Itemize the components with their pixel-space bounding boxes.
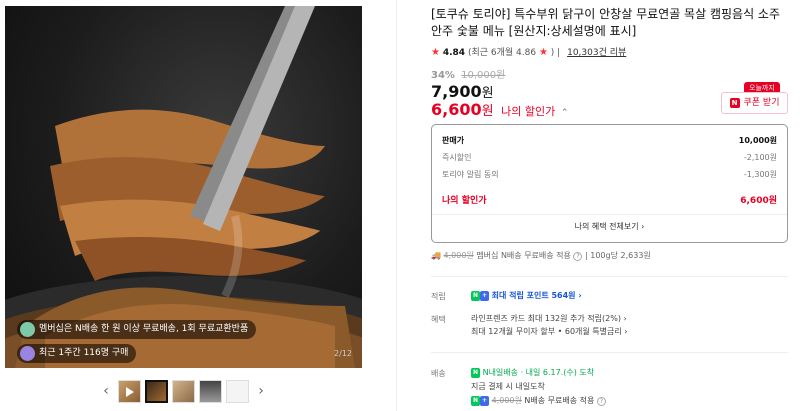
star-icon: ★	[538, 47, 548, 58]
star-icon: ★	[431, 47, 440, 58]
delivery-note: 지금 결제 시 내일도착	[471, 382, 545, 391]
thumbnail-image[interactable]	[145, 379, 168, 403]
all-benefits-link[interactable]: 나의 혜택 전체보기 ›	[432, 221, 787, 232]
points-link[interactable]: N + 최대 적립 포인트 564원 ›	[471, 290, 582, 301]
truck-icon: 🚚	[431, 251, 441, 260]
original-price: 34% 10,000원	[431, 70, 506, 81]
naver-n-icon: N	[729, 98, 740, 108]
price-row: 즉시할인 -2,100원	[442, 153, 777, 162]
npay-icon: N	[471, 367, 481, 378]
image-gallery: 멤버십은 N배송 한 원 이상 무료배송, 1회 무료교환반품 최근 1주간 1…	[0, 0, 395, 411]
image-counter: 2/12	[334, 349, 352, 358]
membership-badge-icon: +	[480, 290, 490, 301]
price-row: 판매가 10,000원	[442, 136, 777, 145]
thumbnail-image[interactable]	[226, 379, 249, 403]
column-divider	[396, 0, 397, 411]
coupon-button[interactable]: N 쿠폰 받기	[721, 92, 788, 114]
box-divider	[432, 214, 787, 215]
section-divider	[431, 276, 788, 277]
price-row: 토리야 알림 동의 -1,300원	[442, 170, 777, 179]
membership-shipping-badge: 멤버십은 N배송 한 원 이상 무료배송, 1회 무료교환반품	[17, 320, 257, 339]
recent-purchase-badge: 최근 1주간 116명 구매	[17, 344, 137, 363]
thumbnail-strip: ‹ ›	[98, 378, 269, 404]
product-title: [토쿠슈 토리야] 특수부위 닭구이 안창살 무료연골 목살 캠핑음식 소주안주…	[431, 7, 781, 38]
thumbnail-next-arrow[interactable]: ›	[253, 378, 269, 404]
help-icon[interactable]: ?	[596, 397, 606, 406]
npay-icon: N	[471, 395, 481, 406]
my-discount-price[interactable]: 6,600원 나의 할인가 ⌃	[431, 100, 568, 119]
grilled-chicken-photo	[5, 6, 362, 368]
points-label: 적립	[431, 292, 446, 301]
sale-price: 7,900원	[431, 82, 494, 101]
review-count-link[interactable]: 10,303건 리뷰	[567, 48, 626, 58]
delivery-fee: N + 4,000원 N배송 무료배송 적용 ?	[471, 395, 606, 406]
rating-summary: ★ 4.84 (최근 6개월 4.86 ★ ) | 10,303건 리뷰	[431, 47, 627, 58]
delivery-label: 배송	[431, 369, 446, 378]
main-product-image[interactable]: 멤버십은 N배송 한 원 이상 무료배송, 1회 무료교환반품 최근 1주간 1…	[5, 6, 362, 368]
perks-label: 혜택	[431, 315, 446, 324]
help-icon[interactable]: ?	[573, 252, 583, 261]
shopping-bag-icon	[20, 346, 35, 361]
membership-badge-icon: +	[480, 395, 490, 406]
section-divider	[431, 352, 788, 353]
price-breakdown-box: 판매가 10,000원 즉시할인 -2,100원 토리야 알림 동의 -1,30…	[431, 124, 788, 243]
card-perk-link[interactable]: 라인프렌즈 카드 최대 132원 추가 적립(2%) ›	[471, 313, 627, 324]
delivery-info: N N내일배송 · 내일 6.17.(수) 도착	[471, 367, 595, 378]
installment-perk-link[interactable]: 최대 12개월 무이자 할부 • 60개월 특별금리 ›	[471, 326, 627, 337]
thumbnail-image[interactable]	[172, 379, 195, 403]
npay-icon: N	[471, 290, 481, 301]
membership-icon	[20, 322, 35, 337]
chevron-up-icon: ⌃	[560, 108, 569, 118]
thumbnail-video[interactable]	[118, 379, 141, 403]
thumbnail-prev-arrow[interactable]: ‹	[98, 378, 114, 404]
thumbnail-image[interactable]	[199, 379, 222, 403]
shipping-summary: 🚚 4,000원 멤버십 N배송 무료배송 적용 ? | 100g당 2,633…	[431, 251, 651, 261]
my-price-row: 나의 할인가 6,600원	[442, 196, 777, 206]
